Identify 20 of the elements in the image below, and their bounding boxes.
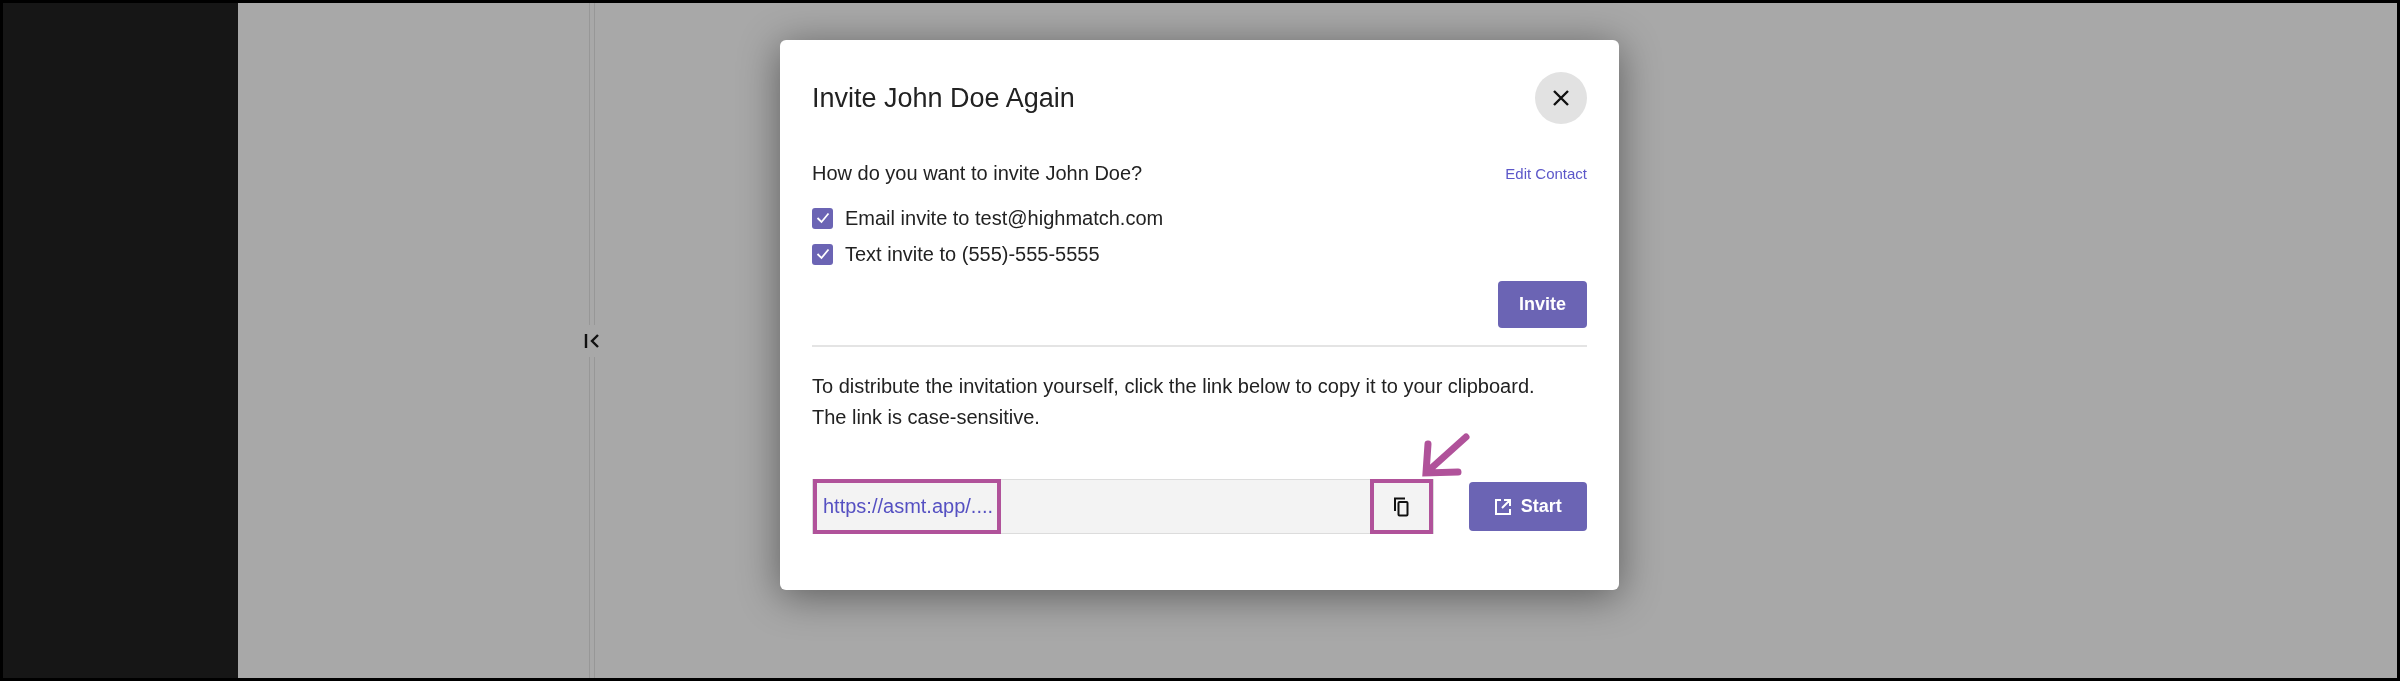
invite-button[interactable]: Invite — [1498, 281, 1587, 328]
close-button[interactable] — [1535, 72, 1587, 124]
checkbox[interactable] — [812, 243, 833, 265]
option-label: Email invite to test@highmatch.com — [845, 206, 1164, 230]
checkbox[interactable] — [812, 207, 833, 229]
option-label: Text invite to (555)-555-5555 — [845, 242, 1100, 266]
start-button[interactable]: Start — [1468, 482, 1587, 531]
link-field[interactable]: https://asmt.app/.... — [812, 479, 1434, 534]
close-icon — [1551, 88, 1571, 108]
annotation-arrow — [1422, 433, 1470, 477]
instructions-text: To distribute the invitation yourself, click the link below to copy it to your clipboard. The link is case-sensitive. — [812, 374, 1536, 430]
invite-question: How do you want to invite John Doe? — [812, 161, 1143, 185]
external-link-icon — [1493, 497, 1512, 516]
invitation-link[interactable]: https://asmt.app/.... — [823, 495, 994, 518]
copy-icon — [1391, 495, 1412, 518]
check-icon — [815, 248, 830, 260]
copy-button[interactable] — [1391, 495, 1412, 518]
check-icon — [815, 212, 830, 224]
edit-contact-link[interactable]: Edit Contact — [1505, 164, 1587, 182]
dialog-title: Invite John Doe Again — [812, 82, 1075, 114]
